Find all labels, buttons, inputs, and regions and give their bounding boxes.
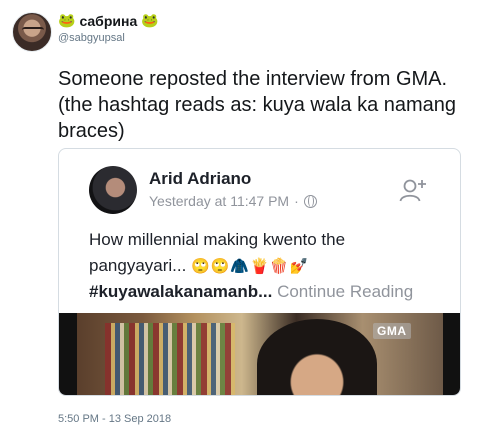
bookshelf-image xyxy=(105,323,235,395)
add-friend-icon[interactable] xyxy=(399,177,427,203)
video-frame: GMA xyxy=(77,313,443,395)
avatar-glasses xyxy=(22,27,44,34)
post-body: How millennial making kwento the pangyay… xyxy=(89,227,439,305)
poster-avatar[interactable] xyxy=(89,166,137,214)
display-name[interactable]: сабрина xyxy=(79,13,137,29)
post-meta: Yesterday at 11:47 PM · xyxy=(149,193,317,209)
continue-reading-link[interactable]: Continue Reading xyxy=(277,282,413,301)
facebook-post-header: Arid Adriano Yesterday at 11:47 PM · How… xyxy=(59,149,460,313)
frog-icon: 🐸 xyxy=(58,13,76,29)
globe-icon xyxy=(303,194,317,208)
meta-separator: · xyxy=(294,193,299,209)
emoji-icon: 🙄🙄🧥🍟🍿💅 xyxy=(191,257,310,275)
embedded-facebook-post[interactable]: Arid Adriano Yesterday at 11:47 PM · How… xyxy=(58,148,461,396)
tweet-timestamp[interactable]: 5:50 PM - 13 Sep 2018 xyxy=(58,413,171,425)
author-name-row[interactable]: 🐸 сабрина 🐸 xyxy=(58,12,159,30)
video-thumbnail[interactable]: GMA xyxy=(59,313,460,395)
avatar[interactable] xyxy=(12,12,52,52)
gma-watermark: GMA xyxy=(373,323,411,339)
poster-name[interactable]: Arid Adriano xyxy=(149,169,251,189)
tweet: 🐸 сабрина 🐸 @sabgyupsal Someone reposted… xyxy=(0,0,481,431)
tweet-text: Someone reposted the interview from GMA.… xyxy=(58,68,457,142)
post-time[interactable]: Yesterday at 11:47 PM xyxy=(149,193,289,209)
user-handle[interactable]: @sabgyupsal xyxy=(58,32,125,44)
hashtag-link[interactable]: #kuyawalakanamanb... xyxy=(89,282,272,301)
frog-icon: 🐸 xyxy=(141,13,159,29)
person-image xyxy=(257,319,377,395)
add-friend-icon-svg xyxy=(399,179,426,202)
